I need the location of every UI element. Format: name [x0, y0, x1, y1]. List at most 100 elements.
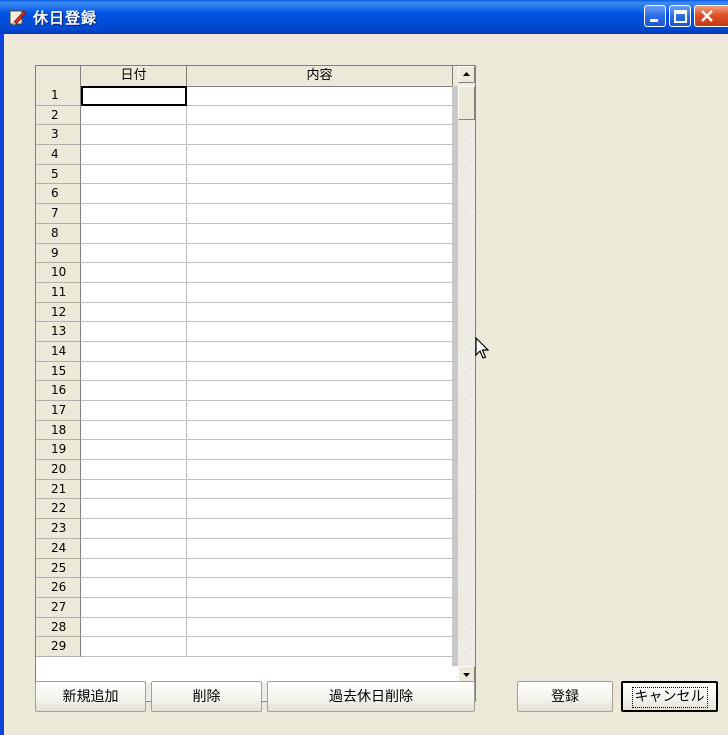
register-button[interactable]: 登録 [517, 681, 613, 712]
content-cell[interactable] [187, 165, 453, 185]
row-number[interactable]: 12 [36, 302, 81, 323]
content-cell[interactable] [187, 559, 453, 579]
content-cell[interactable] [187, 86, 453, 106]
row-number[interactable]: 22 [36, 499, 81, 520]
cancel-button[interactable]: キャンセル [621, 681, 718, 712]
content-cell[interactable] [187, 440, 453, 461]
column-header-date[interactable]: 日付 [81, 66, 187, 86]
date-cell[interactable] [81, 361, 187, 382]
row-number[interactable]: 5 [36, 164, 81, 185]
date-cell[interactable] [81, 558, 187, 579]
content-cell[interactable] [187, 637, 453, 657]
row-number[interactable]: 25 [36, 558, 81, 579]
date-cell[interactable] [81, 125, 187, 146]
date-cell[interactable] [81, 440, 187, 461]
row-number[interactable]: 4 [36, 145, 81, 165]
date-cell[interactable] [81, 322, 187, 342]
row-number[interactable]: 10 [36, 263, 81, 283]
date-cell[interactable] [81, 519, 187, 539]
date-cell[interactable] [81, 302, 187, 323]
row-number[interactable]: 19 [36, 440, 81, 461]
row-number[interactable]: 9 [36, 243, 81, 264]
date-cell[interactable] [81, 401, 187, 421]
vertical-scroll-thumb[interactable] [458, 86, 475, 120]
content-cell[interactable] [187, 303, 453, 323]
date-cell[interactable] [81, 223, 187, 244]
row-number[interactable]: 28 [36, 617, 81, 638]
date-cell[interactable] [81, 381, 187, 401]
content-cell[interactable] [187, 106, 453, 126]
content-cell[interactable] [187, 204, 453, 224]
row-number[interactable]: 15 [36, 361, 81, 382]
date-cell[interactable] [81, 86, 187, 106]
content-cell[interactable] [187, 519, 453, 539]
content-cell[interactable] [187, 322, 453, 342]
close-button[interactable] [694, 5, 728, 27]
row-number[interactable]: 23 [36, 519, 81, 539]
content-cell[interactable] [187, 224, 453, 244]
row-number[interactable]: 7 [36, 204, 81, 224]
content-cell[interactable] [187, 283, 453, 303]
content-cell[interactable] [187, 184, 453, 205]
date-cell[interactable] [81, 105, 187, 126]
row-number[interactable]: 18 [36, 420, 81, 441]
row-number[interactable]: 16 [36, 381, 81, 401]
content-cell[interactable] [187, 263, 453, 283]
date-cell[interactable] [81, 243, 187, 264]
date-cell[interactable] [81, 282, 187, 303]
date-cell[interactable] [81, 597, 187, 618]
content-cell[interactable] [187, 401, 453, 421]
row-number[interactable]: 13 [36, 322, 81, 342]
content-cell[interactable] [187, 244, 453, 264]
row-number[interactable]: 8 [36, 223, 81, 244]
row-number[interactable]: 27 [36, 597, 81, 618]
row-number[interactable]: 21 [36, 479, 81, 500]
content-cell[interactable] [187, 125, 453, 146]
maximize-button[interactable] [669, 5, 691, 27]
content-cell[interactable] [187, 342, 453, 362]
date-cell[interactable] [81, 420, 187, 441]
date-cell[interactable] [81, 263, 187, 283]
date-cell[interactable] [81, 460, 187, 480]
content-cell[interactable] [187, 145, 453, 165]
date-cell[interactable] [81, 341, 187, 362]
column-header-content[interactable]: 内容 [187, 66, 453, 86]
row-number[interactable]: 1 [36, 86, 81, 106]
add-new-button[interactable]: 新規追加 [35, 681, 146, 712]
row-number[interactable]: 2 [36, 105, 81, 126]
delete-past-holidays-button[interactable]: 過去休日削除 [267, 681, 475, 712]
content-cell[interactable] [187, 499, 453, 520]
date-cell[interactable] [81, 637, 187, 657]
date-cell[interactable] [81, 499, 187, 520]
row-number[interactable]: 20 [36, 460, 81, 480]
vertical-scrollbar[interactable] [458, 66, 475, 683]
date-cell[interactable] [81, 578, 187, 598]
row-number[interactable]: 3 [36, 125, 81, 146]
date-cell[interactable] [81, 479, 187, 500]
date-cell[interactable] [81, 164, 187, 185]
date-cell[interactable] [81, 204, 187, 224]
content-cell[interactable] [187, 578, 453, 598]
row-number[interactable]: 26 [36, 578, 81, 598]
date-cell[interactable] [81, 184, 187, 205]
row-number[interactable]: 29 [36, 637, 81, 657]
holiday-grid[interactable]: 日付 内容 1 2 3 4 5 6 7 8 9 10 11 12 13 14 15 16 17 18 19 20 21 2… [35, 65, 476, 702]
content-cell[interactable] [187, 460, 453, 480]
delete-button[interactable]: 削除 [151, 681, 262, 712]
content-cell[interactable] [187, 598, 453, 618]
scroll-up-button[interactable] [458, 66, 475, 83]
date-cell[interactable] [81, 617, 187, 638]
content-cell[interactable] [187, 618, 453, 638]
content-cell[interactable] [187, 381, 453, 401]
row-number[interactable]: 24 [36, 538, 81, 559]
row-number[interactable]: 14 [36, 341, 81, 362]
content-cell[interactable] [187, 362, 453, 382]
content-cell[interactable] [187, 539, 453, 559]
row-number[interactable]: 11 [36, 282, 81, 303]
date-cell[interactable] [81, 145, 187, 165]
title-bar[interactable]: 休日登録 [0, 0, 728, 34]
content-cell[interactable] [187, 480, 453, 500]
content-cell[interactable] [187, 421, 453, 441]
minimize-button[interactable] [644, 5, 666, 27]
row-number[interactable]: 17 [36, 401, 81, 421]
